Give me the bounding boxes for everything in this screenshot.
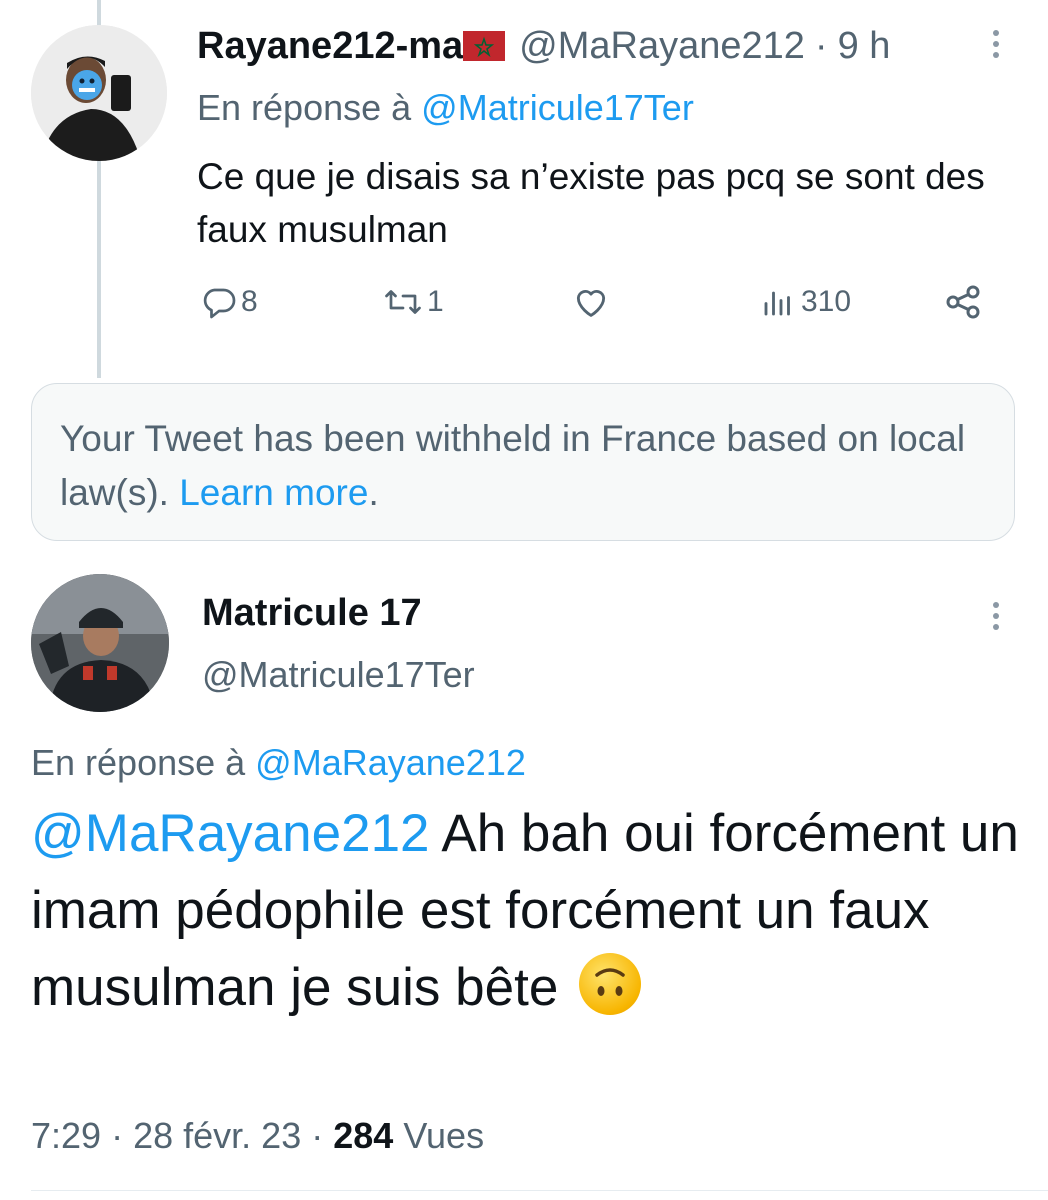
reply-icon bbox=[203, 288, 236, 319]
reply-prefix: En réponse à bbox=[197, 87, 412, 128]
retweet-button[interactable]: 1 bbox=[383, 278, 444, 326]
reply-handle-link[interactable]: @MaRayane212 bbox=[255, 742, 526, 783]
reply-context: En réponse à @MaRayane212 bbox=[31, 742, 526, 784]
reply-button[interactable]: 8 bbox=[201, 278, 258, 326]
tweet-header: Rayane212-ma @MaRayane212 · 9 h bbox=[197, 25, 890, 68]
timestamp[interactable]: 9 h bbox=[838, 25, 891, 67]
withheld-suffix: . bbox=[368, 472, 379, 513]
separator: · bbox=[111, 1115, 124, 1156]
more-options-icon[interactable] bbox=[992, 602, 1000, 630]
share-icon bbox=[946, 285, 980, 319]
avatar[interactable] bbox=[31, 25, 167, 161]
avatar[interactable] bbox=[31, 574, 169, 712]
reply-context: En réponse à @Matricule17Ter bbox=[197, 87, 694, 129]
views-bar-chart-icon bbox=[764, 291, 790, 316]
views-count: 284 bbox=[333, 1115, 394, 1156]
mention-link[interactable]: @MaRayane212 bbox=[31, 804, 430, 863]
more-options-icon[interactable] bbox=[992, 30, 1000, 58]
retweet-icon bbox=[385, 290, 421, 314]
share-button[interactable] bbox=[943, 278, 983, 326]
separator: · bbox=[311, 1115, 324, 1156]
upside-down-face-emoji bbox=[579, 953, 642, 1015]
handle[interactable]: @MaRayane212 bbox=[519, 25, 805, 67]
withheld-notice: Your Tweet has been withheld in France b… bbox=[31, 383, 1015, 541]
tweet-text: Ce que je disais sa n’existe pas pcq se … bbox=[197, 156, 985, 250]
retweet-count: 1 bbox=[427, 285, 444, 318]
learn-more-link[interactable]: Learn more bbox=[179, 472, 368, 513]
handle[interactable]: @Matricule17Ter bbox=[202, 654, 475, 696]
display-name[interactable]: Rayane212-ma bbox=[197, 25, 463, 67]
views-label: Vues bbox=[403, 1115, 485, 1156]
tweet-metadata: 7:29 · 28 févr. 23 · 284 Vues bbox=[31, 1115, 484, 1157]
tweet-actions: 8 1 310 bbox=[197, 278, 997, 326]
like-button[interactable] bbox=[571, 278, 615, 326]
separator: · bbox=[814, 25, 828, 67]
reply-prefix: En réponse à bbox=[31, 742, 246, 783]
tweet-date[interactable]: 28 févr. 23 bbox=[133, 1115, 301, 1156]
divider bbox=[31, 1190, 1048, 1191]
reply-handle-link[interactable]: @Matricule17Ter bbox=[421, 87, 694, 128]
heart-icon bbox=[576, 290, 606, 317]
views-count: 310 bbox=[801, 285, 852, 318]
morocco-flag-icon bbox=[463, 31, 506, 61]
tweet-text: @MaRayane212 Ah bah oui forcément un ima… bbox=[31, 795, 1021, 1026]
tweet-time[interactable]: 7:29 bbox=[31, 1115, 101, 1156]
views-button[interactable]: 310 bbox=[759, 278, 851, 326]
display-name[interactable]: Matricule 17 bbox=[202, 592, 422, 635]
reply-count: 8 bbox=[241, 285, 258, 318]
